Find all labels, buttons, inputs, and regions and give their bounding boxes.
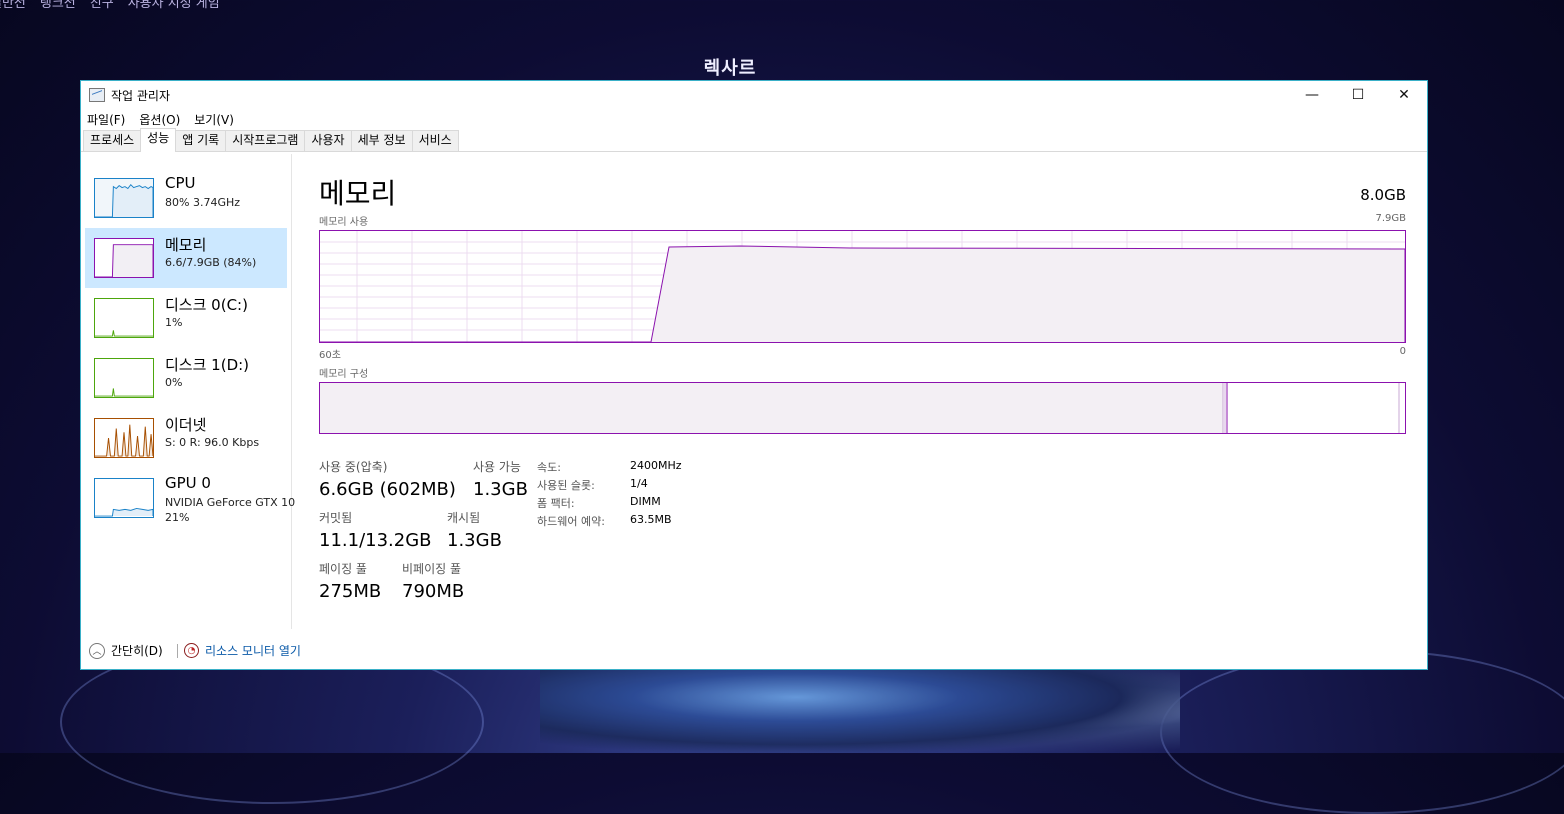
gpu-thumbnail-graph	[94, 478, 154, 518]
menu-view[interactable]: 보기(V)	[194, 111, 234, 128]
hardware-reserved-value: 63.5MB	[630, 513, 672, 526]
window-title: 작업 관리자	[111, 88, 171, 103]
form-factor-value: DIMM	[630, 495, 661, 508]
cached-value: 1.3GB	[447, 530, 502, 551]
available-value: 1.3GB	[473, 479, 528, 500]
committed-value: 11.1/13.2GB	[319, 530, 432, 551]
fewer-details-button[interactable]: ︿ 간단히(D)	[89, 642, 163, 659]
footer-divider	[177, 644, 178, 658]
slots-label: 사용된 슬롯:	[537, 479, 595, 492]
hero-name: 렉사르	[703, 58, 757, 79]
game-nav-item[interactable]: 사용자 지정 게임	[128, 0, 220, 11]
sidebar-item-gpu-0[interactable]: GPU 0 NVIDIA GeForce GTX 10 21%	[85, 468, 295, 528]
menu-options[interactable]: 옵션(O)	[139, 111, 180, 128]
committed-label: 커밋됨	[319, 511, 353, 525]
sidebar-item-usage: 21%	[165, 511, 190, 524]
fewer-details-label: 간단히(D)	[111, 644, 163, 658]
game-nav-item[interactable]: 일반전	[0, 0, 26, 11]
resource-monitor-icon: ◔	[184, 643, 199, 658]
sidebar-item-disk-1[interactable]: 디스크 1(D:) 0%	[85, 348, 287, 408]
form-factor-label: 폼 팩터:	[537, 497, 575, 510]
disk-0-thumbnail-graph	[94, 298, 154, 338]
slots-value: 1/4	[630, 477, 648, 490]
hardware-reserved-label: 하드웨어 예약:	[537, 515, 605, 528]
speed-label: 속도:	[537, 461, 561, 474]
tab-services[interactable]: 서비스	[411, 130, 459, 151]
in-use-label: 사용 중(압축)	[319, 460, 388, 474]
cpu-thumbnail-graph	[94, 178, 154, 218]
speed-value: 2400MHz	[630, 459, 682, 472]
sidebar-item-label: 디스크 1(D:)	[165, 356, 250, 374]
sidebar-item-value: 0%	[165, 376, 183, 389]
sidebar-item-cpu[interactable]: CPU 80% 3.74GHz	[85, 168, 287, 228]
performance-content: CPU 80% 3.74GHz 메모리 6.6/7.9GB (84%) 디스크 …	[81, 154, 1427, 669]
ethernet-thumbnail-graph	[94, 418, 154, 458]
sidebar-item-label: GPU 0	[165, 474, 211, 492]
footer-bar: ︿ 간단히(D) ◔ 리소스 모니터 열기	[81, 629, 1427, 669]
sidebar-item-label: 디스크 0(C:)	[165, 296, 248, 314]
menu-bar: 파일(F) 옵션(O) 보기(V)	[81, 109, 1427, 129]
resource-sidebar: CPU 80% 3.74GHz 메모리 6.6/7.9GB (84%) 디스크 …	[81, 154, 295, 629]
tab-app-history[interactable]: 앱 기록	[175, 130, 227, 151]
memory-composition-bar	[319, 382, 1406, 434]
close-button[interactable]: ✕	[1381, 81, 1427, 109]
title-bar[interactable]: 작업 관리자 — ☐ ✕	[81, 81, 1427, 109]
usage-graph-max: 7.9GB	[1375, 213, 1406, 224]
sidebar-item-value: 80% 3.74GHz	[165, 196, 241, 209]
usage-graph-label: 메모리 사용	[319, 217, 369, 228]
tab-processes[interactable]: 프로세스	[83, 130, 142, 151]
memory-usage-line	[320, 245, 1405, 342]
available-label: 사용 가능	[473, 460, 521, 474]
nonpaged-pool-label: 비페이징 풀	[402, 562, 462, 576]
menu-file[interactable]: 파일(F)	[87, 111, 125, 128]
tab-details[interactable]: 세부 정보	[350, 130, 413, 151]
bg-decoration	[1160, 650, 1564, 814]
open-resource-monitor-link[interactable]: ◔ 리소스 모니터 열기	[184, 642, 301, 659]
composition-label: 메모리 구성	[319, 369, 369, 380]
axis-right-label: 0	[1399, 346, 1406, 357]
tab-strip: 프로세스 성능 앱 기록 시작프로그램 사용자 세부 정보 서비스	[81, 128, 1427, 152]
memory-total: 8.0GB	[1360, 186, 1406, 204]
composition-in-use	[320, 383, 1223, 433]
task-manager-window: 작업 관리자 — ☐ ✕ 파일(F) 옵션(O) 보기(V) 프로세스 성능 앱…	[80, 80, 1428, 670]
sidebar-item-value: S: 0 R: 96.0 Kbps	[165, 436, 260, 449]
game-top-nav: 일반전 랭크전 친구 사용자 지정 게임	[0, 0, 220, 11]
memory-usage-graph	[319, 230, 1406, 343]
nonpaged-pool-value: 790MB	[402, 581, 465, 602]
sidebar-item-value: NVIDIA GeForce GTX 10	[165, 496, 296, 509]
sidebar-item-memory[interactable]: 메모리 6.6/7.9GB (84%)	[85, 228, 287, 288]
composition-modified	[1224, 383, 1226, 433]
tab-performance[interactable]: 성능	[140, 128, 177, 152]
maximize-button[interactable]: ☐	[1335, 81, 1381, 109]
chevron-up-icon: ︿	[89, 642, 105, 659]
tab-startup[interactable]: 시작프로그램	[225, 130, 306, 151]
paged-pool-value: 275MB	[319, 581, 382, 602]
tab-users[interactable]: 사용자	[304, 130, 352, 151]
in-use-value: 6.6GB (602MB)	[319, 479, 456, 500]
sidebar-item-value: 1%	[165, 316, 183, 329]
minimize-button[interactable]: —	[1289, 81, 1335, 109]
page-title: 메모리	[319, 177, 397, 210]
paged-pool-label: 페이징 풀	[319, 562, 367, 576]
sidebar-item-label: CPU	[165, 174, 196, 192]
disk-1-thumbnail-graph	[94, 358, 154, 398]
resource-monitor-label: 리소스 모니터 열기	[205, 644, 301, 658]
sidebar-item-value: 6.6/7.9GB (84%)	[165, 256, 257, 269]
cached-label: 캐시됨	[447, 511, 481, 525]
sidebar-item-label: 메모리	[165, 236, 207, 254]
task-manager-icon	[89, 88, 105, 102]
sidebar-item-label: 이더넷	[165, 416, 207, 434]
sidebar-item-ethernet[interactable]: 이더넷 S: 0 R: 96.0 Kbps	[85, 408, 287, 468]
game-nav-item[interactable]: 친구	[90, 0, 114, 11]
axis-left-label: 60초	[319, 350, 341, 361]
hero-artwork	[540, 660, 1180, 753]
memory-thumbnail-graph	[94, 238, 154, 278]
sidebar-item-disk-0[interactable]: 디스크 0(C:) 1%	[85, 288, 287, 348]
game-nav-item[interactable]: 랭크전	[40, 0, 76, 11]
